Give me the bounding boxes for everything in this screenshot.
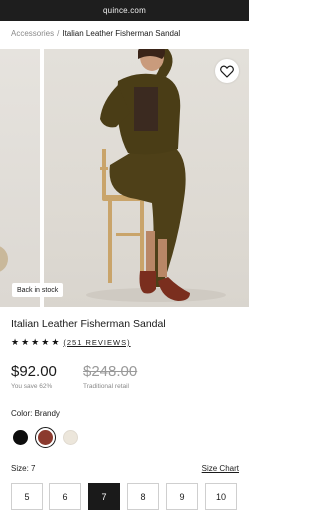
product-image-gallery[interactable]	[0, 49, 249, 307]
color-swatch-brandy[interactable]	[38, 430, 53, 445]
product-title: Italian Leather Fisherman Sandal	[11, 318, 166, 330]
savings-text: You save 62%	[11, 383, 53, 390]
heart-icon	[220, 65, 234, 78]
star-icon: ★	[31, 337, 40, 347]
sale-price: $92.00	[11, 363, 57, 380]
size-option-10[interactable]: 10	[205, 483, 237, 510]
breadcrumb-link-accessories[interactable]: Accessories	[11, 29, 54, 38]
browser-url-bar[interactable]: quince.com	[0, 0, 249, 21]
size-label: Size: 7	[11, 464, 36, 473]
wishlist-button[interactable]	[215, 59, 239, 83]
previous-product-image[interactable]	[0, 49, 40, 307]
reviews-link[interactable]: (251 REVIEWS)	[63, 338, 130, 347]
star-icon: ★	[41, 337, 50, 347]
product-rating[interactable]: ★ ★ ★ ★ ★ (251 REVIEWS)	[11, 338, 131, 348]
url-text: quince.com	[103, 6, 146, 15]
star-icon: ★	[21, 337, 30, 347]
model-photo-illustration	[86, 49, 226, 302]
size-option-8[interactable]: 8	[127, 483, 159, 510]
rating-stars: ★ ★ ★ ★ ★	[11, 338, 59, 347]
size-option-5[interactable]: 5	[11, 483, 43, 510]
size-chart-link[interactable]: Size Chart	[202, 464, 239, 473]
breadcrumb-separator: /	[57, 29, 60, 38]
size-option-7[interactable]: 7	[88, 483, 120, 510]
size-option-9[interactable]: 9	[166, 483, 198, 510]
color-swatch-black[interactable]	[13, 430, 28, 445]
retail-price: $248.00	[83, 363, 138, 380]
back-in-stock-badge: Back in stock	[12, 283, 64, 297]
main-product-image[interactable]	[44, 49, 249, 307]
retail-label: Traditional retail	[83, 383, 130, 390]
star-icon: ★	[51, 337, 60, 347]
star-icon: ★	[11, 337, 20, 347]
color-label: Color: Brandy	[11, 409, 60, 418]
breadcrumb-current: Italian Leather Fisherman Sandal	[62, 29, 181, 38]
color-swatch-cream[interactable]	[63, 430, 78, 445]
size-option-6[interactable]: 6	[49, 483, 81, 510]
breadcrumb: Accessories / Italian Leather Fisherman Sa…	[11, 29, 180, 38]
